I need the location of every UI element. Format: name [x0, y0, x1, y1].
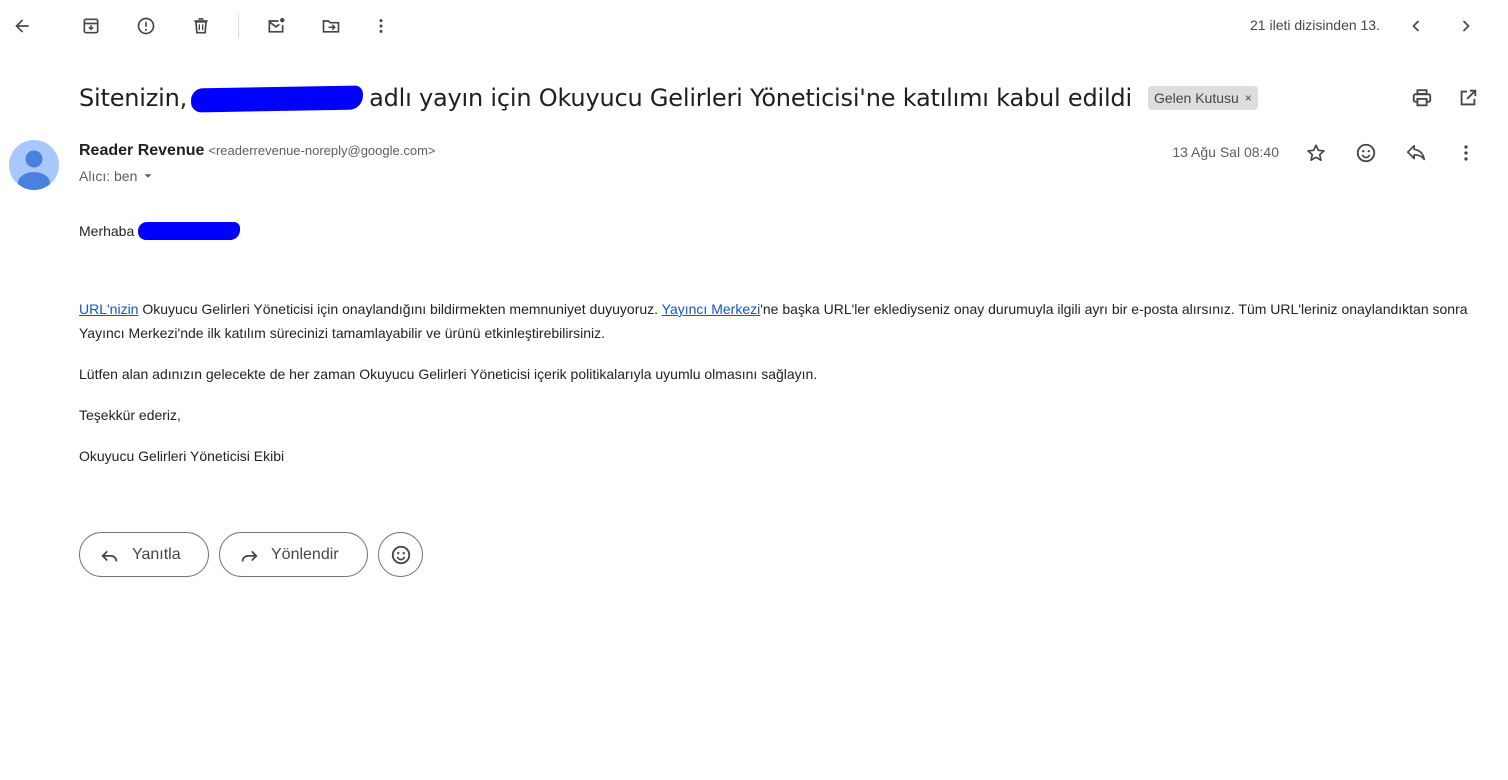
- trash-icon: [194, 18, 208, 34]
- message-date: 13 Ağu Sal 08:40: [1172, 144, 1279, 160]
- print-icon: [1412, 89, 1432, 107]
- sender-name[interactable]: Reader Revenue: [79, 142, 204, 160]
- subject-before: Sitenizin,: [79, 84, 188, 112]
- archive-button[interactable]: [71, 6, 111, 46]
- greeting-line: Merhaba: [79, 219, 1479, 243]
- back-button[interactable]: [2, 6, 42, 46]
- move-to-button[interactable]: [311, 6, 351, 46]
- reply-action-button[interactable]: Yanıtla: [79, 532, 209, 577]
- add-reaction-button[interactable]: [1346, 133, 1386, 173]
- mark-unread-button[interactable]: [256, 6, 296, 46]
- redaction-mark: [138, 222, 241, 240]
- subject-title: Sitenizin, adlı yayın için Okuyucu Gelirl…: [79, 84, 1132, 113]
- delete-button[interactable]: [181, 6, 221, 46]
- redaction-mark: [190, 85, 364, 113]
- reply-icon: [101, 550, 118, 561]
- url-link[interactable]: URL'nizin: [79, 301, 138, 317]
- publisher-center-link[interactable]: Yayıncı Merkezi: [662, 301, 761, 317]
- sender-line: Reader Revenue <readerrevenue-noreply@go…: [79, 142, 436, 160]
- label-text: Gelen Kutusu: [1153, 90, 1239, 106]
- pager-text: 21 ileti dizisinden 13.: [1250, 17, 1380, 33]
- recipient-details-toggle[interactable]: Alıcı: ben: [79, 168, 155, 184]
- caret-down-icon: [144, 174, 152, 178]
- mark-unread-icon: [268, 18, 285, 33]
- chevron-right-icon: [1462, 20, 1470, 32]
- subject-row: Sitenizin, adlı yayın için Okuyucu Gelirl…: [79, 78, 1508, 118]
- avatar[interactable]: [9, 140, 59, 190]
- star-button[interactable]: [1296, 133, 1336, 173]
- next-button[interactable]: [1446, 6, 1486, 46]
- more-vert-icon: [379, 19, 383, 33]
- message-more-button[interactable]: [1446, 133, 1486, 173]
- report-spam-button[interactable]: [126, 6, 166, 46]
- paragraph-1: URL'nizin Okuyucu Gelirleri Yöneticisi i…: [79, 297, 1479, 345]
- open-new-window-button[interactable]: [1448, 78, 1488, 118]
- forward-label: Yönlendir: [271, 545, 339, 563]
- subject-after: adlı yayın için Okuyucu Gelirleri Yöneti…: [369, 84, 1132, 112]
- reply-label: Yanıtla: [132, 545, 181, 563]
- report-spam-icon: [137, 17, 155, 35]
- inbox-label-chip[interactable]: Gelen Kutusu ×: [1147, 86, 1258, 110]
- reply-button[interactable]: [1396, 133, 1436, 173]
- open-in-new-icon: [1460, 89, 1477, 106]
- more-vert-icon: [1464, 145, 1468, 161]
- paragraph-2: Lütfen alan adınızın gelecekte de her za…: [79, 366, 818, 382]
- previous-button[interactable]: [1396, 6, 1436, 46]
- sender-email: <readerrevenue-noreply@google.com>: [208, 143, 436, 158]
- person-icon: [18, 150, 50, 190]
- chevron-left-icon: [1412, 20, 1420, 32]
- print-button[interactable]: [1402, 78, 1442, 118]
- more-options-button[interactable]: [361, 6, 401, 46]
- paragraph-3: Teşekkür ederiz,: [79, 407, 181, 423]
- reply-icon: [1406, 144, 1426, 161]
- emoji-reaction-button[interactable]: [378, 532, 423, 577]
- recipient-label: Alıcı: ben: [79, 168, 138, 184]
- forward-icon: [241, 550, 258, 561]
- paragraph-1-text-a: Okuyucu Gelirleri Yöneticisi için onayla…: [138, 301, 662, 317]
- toolbar: 21 ileti dizisinden 13.: [0, 0, 1508, 52]
- message-body: Merhaba URL'nizin Okuyucu Gelirleri Yöne…: [79, 219, 1479, 468]
- arrow-back-icon: [15, 19, 29, 33]
- star-icon: [1307, 144, 1325, 161]
- toolbar-divider: [238, 14, 239, 38]
- greeting-text: Merhaba: [79, 223, 135, 239]
- emoji-icon: [391, 545, 410, 564]
- remove-label-button[interactable]: ×: [1245, 91, 1252, 105]
- emoji-icon: [1356, 143, 1376, 163]
- archive-icon: [83, 18, 99, 34]
- move-to-icon: [322, 20, 340, 33]
- forward-action-button[interactable]: Yönlendir: [219, 532, 368, 577]
- paragraph-4: Okuyucu Gelirleri Yöneticisi Ekibi: [79, 448, 285, 464]
